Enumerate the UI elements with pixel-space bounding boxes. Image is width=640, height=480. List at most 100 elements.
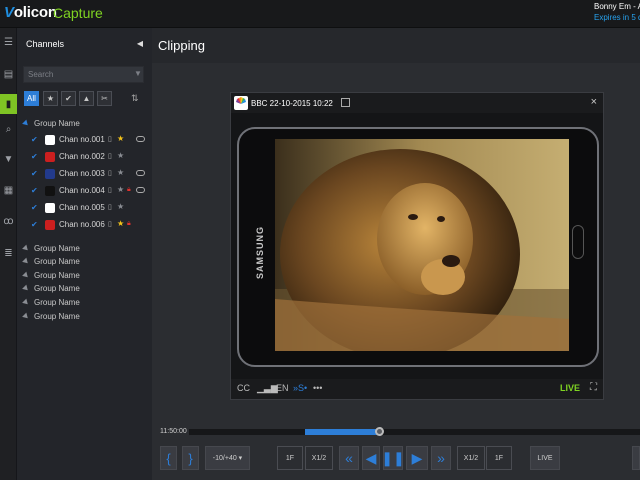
channel-name: Chan no.001	[59, 135, 105, 144]
phone-icon: ▯	[108, 153, 112, 160]
rewind-button[interactable]: «	[339, 446, 359, 470]
checkmark-icon[interactable]: ✔	[31, 203, 38, 212]
checkmark-icon[interactable]: ✔	[31, 135, 38, 144]
app-window: Volicon Capture Bonny Em - A Expires in …	[0, 0, 640, 480]
filter-tab-all[interactable]: All	[24, 91, 39, 106]
star-icon[interactable]: ★	[117, 151, 124, 160]
app-product-name: Capture	[53, 5, 103, 21]
group-name: Group Name	[34, 311, 80, 321]
group-header[interactable]: Group Name	[22, 296, 80, 308]
phone-frame: SAMSUNG	[237, 127, 599, 367]
phone-icon: ▯	[108, 136, 112, 143]
group-header[interactable]: Group Name	[22, 256, 80, 268]
mark-out-button[interactable]: }	[182, 446, 199, 470]
search-icon[interactable]: ⌕	[0, 119, 17, 139]
slow-forward-button[interactable]: X1/2	[457, 446, 485, 470]
group-header-open[interactable]: Group Name	[22, 117, 80, 129]
filter-favorites-icon[interactable]: ★	[43, 91, 58, 106]
filter-checked-icon[interactable]: ✔	[61, 91, 76, 106]
star-icon[interactable]: ★	[117, 185, 124, 194]
cc-button[interactable]: CC	[237, 383, 250, 393]
frame-forward-button[interactable]: 1F	[486, 446, 512, 470]
voicemail-icon[interactable]: ꝏ	[0, 211, 17, 231]
channel-name: Chan no.005	[59, 203, 105, 212]
group-header[interactable]: Group Name	[22, 242, 80, 254]
clipping-header: Clipping	[152, 28, 640, 63]
group-name: Group Name	[34, 270, 80, 280]
group-header[interactable]: Group Name	[22, 269, 80, 281]
mark-in-button[interactable]: {	[160, 446, 177, 470]
group-name: Group Name	[34, 243, 80, 253]
pause-button[interactable]: ❚❚	[381, 446, 405, 470]
star-icon[interactable]: ★	[117, 134, 124, 143]
channel-search-input[interactable]	[23, 66, 144, 83]
phone-icon[interactable]: ▮	[0, 94, 17, 114]
toggle-icon[interactable]	[136, 136, 145, 142]
lock-icon[interactable]: 🔒︎	[127, 186, 131, 194]
nbc-logo-icon	[234, 96, 248, 110]
live-indicator[interactable]: LIVE	[560, 383, 580, 393]
bookmark-icon[interactable]: ▼	[0, 149, 17, 169]
channel-row[interactable]: ✔ Chan no.001 ▯ ★	[31, 132, 149, 148]
phone-brand-label: SAMSUNG	[255, 225, 265, 279]
timeline-playhead[interactable]	[375, 427, 384, 436]
channel-row[interactable]: ✔ Chan no.002 ▯ ★	[31, 149, 149, 165]
audio-levels-icon[interactable]: ▁▃▆	[257, 383, 278, 394]
subtitle-button[interactable]: »S•	[293, 383, 307, 393]
fullscreen-icon[interactable]: ⛶	[590, 382, 597, 393]
step-back-button[interactable]: ◀	[362, 446, 380, 470]
checkmark-icon[interactable]: ✔	[31, 220, 38, 229]
close-icon[interactable]: ×	[591, 96, 597, 108]
timeline-track[interactable]	[189, 429, 640, 435]
group-header[interactable]: Group Name	[22, 283, 80, 295]
more-button[interactable]: •••	[313, 383, 322, 393]
video-player: BBC 22-10-2015 10:22 × SAMSUNG CC ▁▃▆ EN…	[230, 92, 604, 400]
filter-unlink-icon[interactable]: ✂	[97, 91, 112, 106]
sort-icon[interactable]: ⇅	[131, 93, 139, 104]
license-expiry: Expires in 5 da	[594, 13, 640, 22]
film-icon[interactable]: ▤	[0, 64, 17, 84]
calendar-icon[interactable]: ▦	[0, 180, 17, 200]
collapse-panel-icon[interactable]: ◀	[137, 39, 143, 48]
channel-row[interactable]: ✔ Chan no.005 ▯ ★	[31, 200, 149, 216]
channel-row[interactable]: ✔ Chan no.004 ▯ ★ 🔒︎	[31, 183, 149, 199]
top-bar: Volicon Capture Bonny Em - A Expires in …	[0, 0, 640, 28]
snapshot-icon[interactable]	[341, 98, 350, 107]
video-frame[interactable]	[275, 139, 569, 351]
list-icon[interactable]: ≣	[0, 243, 17, 263]
checkmark-icon[interactable]: ✔	[31, 186, 38, 195]
checkmark-icon[interactable]: ✔	[31, 169, 38, 178]
play-button[interactable]: ▶	[406, 446, 428, 470]
filter-icon[interactable]: ▼	[134, 69, 142, 78]
filter-alert-icon[interactable]: ▲	[79, 91, 94, 106]
frame-back-button[interactable]: 1F	[277, 446, 303, 470]
fast-forward-button[interactable]: »	[431, 446, 451, 470]
lion-image	[275, 139, 569, 351]
toggle-icon[interactable]	[136, 170, 145, 176]
channel-name: Chan no.004	[59, 186, 105, 195]
lock-icon[interactable]: 🔒︎	[127, 220, 131, 228]
channels-panel: Channels ◀ ▼ All ★ ✔ ▲ ✂ ⇅ Group Name ✔ C…	[17, 28, 152, 480]
language-button[interactable]: EN	[276, 383, 289, 393]
group-name: Group Name	[34, 284, 80, 294]
checkmark-icon[interactable]: ✔	[31, 152, 38, 161]
side-button[interactable]	[632, 446, 640, 470]
icon-rail: ☰ ▤ ▮ ⌕ ▼ ▦ ꝏ ≣	[0, 28, 17, 480]
offset-dropdown[interactable]: -10/+40 ▾	[205, 446, 250, 470]
toggle-icon[interactable]	[136, 187, 145, 193]
user-name[interactable]: Bonny Em - A	[594, 2, 640, 11]
group-header[interactable]: Group Name	[22, 310, 80, 322]
slow-back-button[interactable]: X1/2	[305, 446, 333, 470]
star-icon[interactable]: ★	[117, 168, 124, 177]
go-live-button[interactable]: LIVE	[530, 446, 560, 470]
star-icon[interactable]: ★	[117, 202, 124, 211]
channel-row[interactable]: ✔ Chan no.003 ▯ ★	[31, 166, 149, 182]
timeline-selection[interactable]	[305, 429, 377, 435]
channel-logo-icon	[45, 135, 55, 145]
phone-home-button	[572, 225, 584, 259]
app-logo[interactable]: Volicon	[4, 4, 57, 21]
phone-icon: ▯	[108, 221, 112, 228]
menu-icon[interactable]: ☰	[0, 32, 17, 52]
channel-row[interactable]: ✔ Chan no.006 ▯ ★ 🔒︎	[31, 217, 149, 233]
star-icon[interactable]: ★	[117, 219, 124, 228]
